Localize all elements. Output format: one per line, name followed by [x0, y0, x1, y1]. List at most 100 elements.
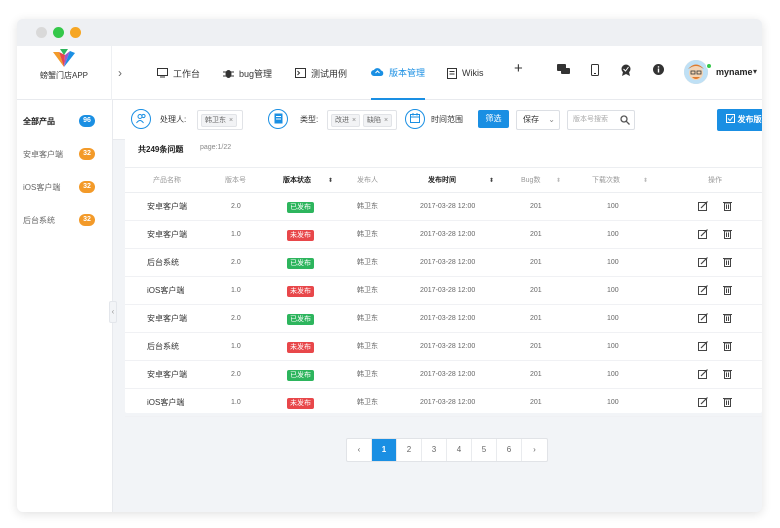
chat-icon[interactable]: [557, 64, 570, 76]
table-row[interactable]: iOS客户端 1.0 未发布 韩卫东 2017-03-28 12:00 201 100: [125, 277, 762, 305]
page-button[interactable]: 2: [397, 439, 422, 461]
table-row[interactable]: 安卓客户端 1.0 未发布 韩卫东 2017-03-28 12:00 201 100: [125, 221, 762, 249]
edit-icon[interactable]: [698, 397, 708, 407]
product-name-cell[interactable]: 安卓客户端: [147, 221, 187, 249]
nav-item-bug[interactable]: bug管理: [223, 46, 272, 100]
chevron-down-icon[interactable]: ▾: [753, 67, 757, 76]
chevron-right-icon[interactable]: ›: [118, 66, 122, 80]
remove-tag-icon[interactable]: ×: [352, 117, 356, 124]
sidebar-item-android[interactable]: 安卓客户端 32: [17, 144, 113, 164]
product-name-cell[interactable]: 安卓客户端: [147, 193, 187, 221]
count-badge: 32: [79, 148, 95, 160]
type-filter-icon[interactable]: [268, 109, 288, 129]
product-name-cell[interactable]: 后台系统: [147, 249, 179, 277]
table-row[interactable]: iOS客户端 1.0 未发布 韩卫东 2017-03-28 12:00 201 100: [125, 389, 762, 417]
delete-icon[interactable]: [723, 313, 732, 323]
status-badge: 已发布: [287, 258, 314, 269]
delete-icon[interactable]: [723, 229, 732, 239]
sidebar-item-all[interactable]: 全部产品 96: [17, 111, 113, 131]
version-list-card: 共249条问题 page:1/22 产品名称 版本号 版本状态 ⬍ 发布人 发布…: [125, 131, 762, 417]
table-row[interactable]: 安卓客户端 2.0 已发布 韩卫东 2017-03-28 12:00 201 100: [125, 193, 762, 221]
publish-version-button[interactable]: 发布版本: [717, 109, 762, 131]
publisher-cell: 韩卫东: [357, 287, 378, 294]
edit-icon[interactable]: [698, 285, 708, 295]
column-header[interactable]: 版本状态: [283, 168, 311, 194]
product-name-cell[interactable]: 安卓客户端: [147, 361, 187, 389]
product-name-cell[interactable]: 后台系统: [147, 333, 179, 361]
table-row[interactable]: 安卓客户端 2.0 已发布 韩卫东 2017-03-28 12:00 201 100: [125, 361, 762, 389]
page-button[interactable]: 4: [447, 439, 472, 461]
nav-item-wikis[interactable]: Wikis: [447, 46, 484, 100]
download-count-cell: 100: [607, 203, 619, 210]
column-header[interactable]: 下载次数: [592, 168, 620, 194]
version-cell: 1.0: [231, 231, 241, 238]
remove-tag-icon[interactable]: ×: [384, 117, 388, 124]
info-icon[interactable]: [653, 64, 664, 75]
window-close-dot[interactable]: [36, 27, 47, 38]
sort-icon[interactable]: ⬍: [556, 177, 561, 184]
calendar-filter-icon[interactable]: [405, 109, 425, 129]
publisher-cell: 韩卫东: [357, 343, 378, 350]
sort-icon[interactable]: ⬍: [643, 177, 648, 184]
page-button[interactable]: 6: [497, 439, 522, 461]
next-page-button[interactable]: ›: [522, 439, 547, 461]
publisher-cell: 韩卫东: [357, 399, 378, 406]
username[interactable]: myname: [716, 67, 753, 77]
table-row[interactable]: 后台系统 1.0 未发布 韩卫东 2017-03-28 12:00 201 100: [125, 333, 762, 361]
column-header[interactable]: 发布时间: [428, 168, 456, 194]
edit-icon[interactable]: [698, 257, 708, 267]
delete-icon[interactable]: [723, 201, 732, 211]
avatar[interactable]: [684, 60, 708, 84]
product-name-cell[interactable]: iOS客户端: [147, 277, 184, 305]
edit-icon[interactable]: [698, 341, 708, 351]
assignee-select[interactable]: 韩卫东 ×: [197, 110, 243, 130]
window-maximize-dot[interactable]: [70, 27, 81, 38]
delete-icon[interactable]: [723, 341, 732, 351]
search-icon[interactable]: [620, 115, 630, 125]
window-minimize-dot[interactable]: [53, 27, 64, 38]
publisher-cell: 韩卫东: [357, 231, 378, 238]
count-badge: 32: [79, 181, 95, 193]
column-header: 发布人: [357, 177, 378, 184]
publish-icon: [725, 114, 735, 123]
page-button[interactable]: 1: [372, 439, 397, 461]
edit-icon[interactable]: [698, 313, 708, 323]
nav-item-testcases[interactable]: 测试用例: [295, 46, 347, 100]
table-row[interactable]: 后台系统 2.0 已发布 韩卫东 2017-03-28 12:00 201 100: [125, 249, 762, 277]
remove-tag-icon[interactable]: ×: [229, 117, 233, 124]
edit-icon[interactable]: [698, 369, 708, 379]
bug-count-cell: 201: [530, 399, 542, 406]
filter-tag-label: 改进: [335, 117, 349, 124]
product-name-cell[interactable]: iOS客户端: [147, 389, 184, 417]
page-button[interactable]: 5: [472, 439, 497, 461]
page-button[interactable]: 3: [422, 439, 447, 461]
nav-item-workbench[interactable]: 工作台: [157, 46, 200, 100]
save-select[interactable]: 保存 ⌄: [516, 110, 560, 130]
delete-icon[interactable]: [723, 257, 732, 267]
sidebar-item-ios[interactable]: iOS客户端 32: [17, 177, 113, 197]
type-select[interactable]: 改进 × 缺陷 ×: [327, 110, 397, 130]
edit-icon[interactable]: [698, 201, 708, 211]
book-icon: [447, 67, 457, 79]
table-row[interactable]: 安卓客户端 2.0 已发布 韩卫东 2017-03-28 12:00 201 100: [125, 305, 762, 333]
prev-page-button[interactable]: ‹: [347, 439, 372, 461]
sort-icon[interactable]: ⬍: [489, 177, 494, 184]
sort-icon[interactable]: ⬍: [328, 177, 333, 184]
time-range-label[interactable]: 时间范围: [431, 114, 463, 125]
sidebar-collapse-handle[interactable]: ‹: [109, 301, 117, 323]
delete-icon[interactable]: [723, 369, 732, 379]
product-name-cell[interactable]: 安卓客户端: [147, 305, 187, 333]
delete-icon[interactable]: [723, 397, 732, 407]
version-search-input[interactable]: 版本号搜索: [567, 110, 635, 130]
column-header[interactable]: Bug数: [521, 168, 540, 194]
user-filter-icon[interactable]: [131, 109, 151, 129]
badge-icon[interactable]: [620, 64, 632, 76]
app-logo[interactable]: 螃蟹门店APP: [17, 46, 112, 100]
mobile-icon[interactable]: [591, 64, 599, 76]
plus-icon[interactable]: +: [514, 60, 523, 77]
filter-button[interactable]: 筛选: [478, 110, 509, 128]
nav-item-versions[interactable]: 版本管理: [371, 46, 426, 100]
sidebar-item-backend[interactable]: 后台系统 32: [17, 210, 113, 230]
edit-icon[interactable]: [698, 229, 708, 239]
delete-icon[interactable]: [723, 285, 732, 295]
